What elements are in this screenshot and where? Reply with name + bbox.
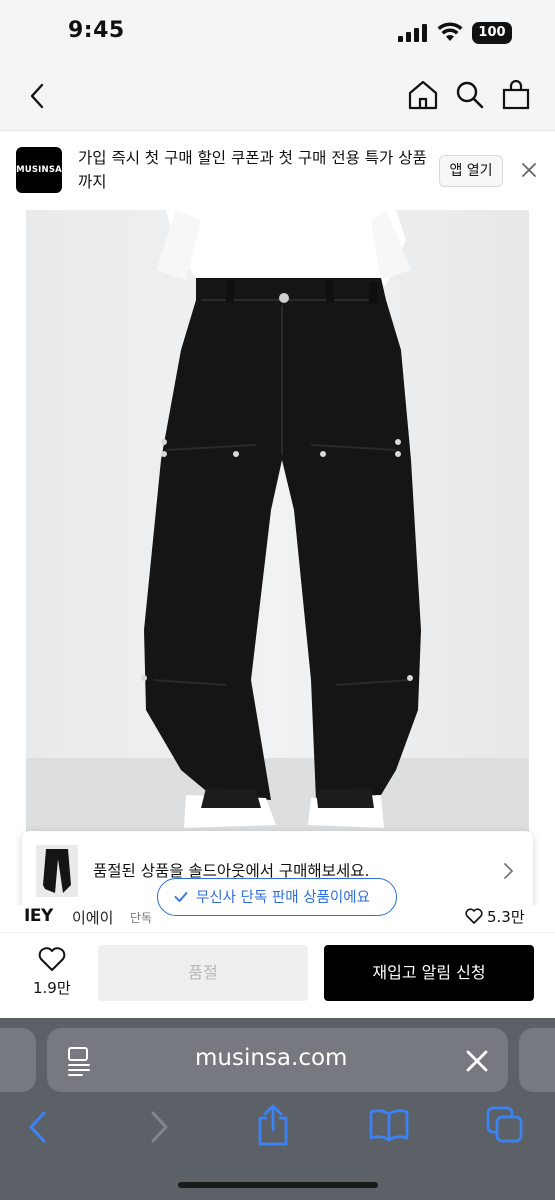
share-icon[interactable] — [256, 1104, 290, 1146]
cellular-signal-icon — [398, 24, 427, 42]
bookmarks-icon[interactable] — [368, 1108, 410, 1142]
battery-indicator: 100 — [472, 22, 512, 44]
browser-back-icon[interactable] — [26, 1110, 50, 1144]
brand-like-count: 5.3만 — [487, 908, 525, 926]
restock-alert-button[interactable]: 재입고 알림 신청 — [324, 945, 534, 1001]
search-icon[interactable] — [455, 80, 485, 110]
product-photo-illustration — [26, 210, 529, 930]
soldout-button[interactable]: 품절 — [98, 945, 308, 1001]
page-menu-icon[interactable] — [66, 1046, 92, 1076]
chevron-right-icon — [504, 863, 513, 879]
home-indicator — [178, 1182, 378, 1188]
next-tab-preview[interactable] — [519, 1028, 555, 1092]
status-time: 9:45 — [68, 18, 125, 43]
product-thumbnail — [36, 845, 78, 897]
close-icon[interactable] — [521, 162, 537, 178]
browser-forward-icon[interactable] — [147, 1110, 171, 1144]
back-chevron-icon[interactable] — [26, 82, 50, 110]
like-count: 1.9만 — [33, 979, 71, 997]
exclusive-badge-text: 무신사 단독 판매 상품이에요 — [196, 890, 370, 906]
shopping-bag-icon[interactable] — [502, 80, 530, 110]
previous-tab-preview[interactable] — [0, 1028, 36, 1092]
exclusive-tag: 단독 — [130, 911, 153, 925]
banner-message: 가입 즉시 첫 구매 할인 쿠폰과 첫 구매 전용 특가 상품까지 — [78, 149, 427, 191]
clear-url-icon[interactable] — [465, 1049, 489, 1073]
wifi-icon — [437, 22, 463, 41]
brand-logo-text: IEY — [24, 906, 53, 926]
exclusive-badge: 무신사 단독 판매 상품이에요 — [157, 878, 397, 916]
checkmark-icon — [174, 892, 188, 902]
open-app-button[interactable]: 앱 열기 — [439, 155, 503, 187]
product-image[interactable] — [26, 210, 529, 930]
brand-name[interactable]: 이에이 — [72, 907, 113, 928]
tabs-icon[interactable] — [486, 1106, 524, 1144]
heart-icon[interactable] — [465, 908, 483, 924]
like-heart-icon[interactable] — [38, 946, 66, 972]
musinsa-logo: MUSINSA — [16, 147, 62, 193]
url-text[interactable]: musinsa.com — [195, 1045, 347, 1071]
home-icon[interactable] — [407, 80, 439, 110]
